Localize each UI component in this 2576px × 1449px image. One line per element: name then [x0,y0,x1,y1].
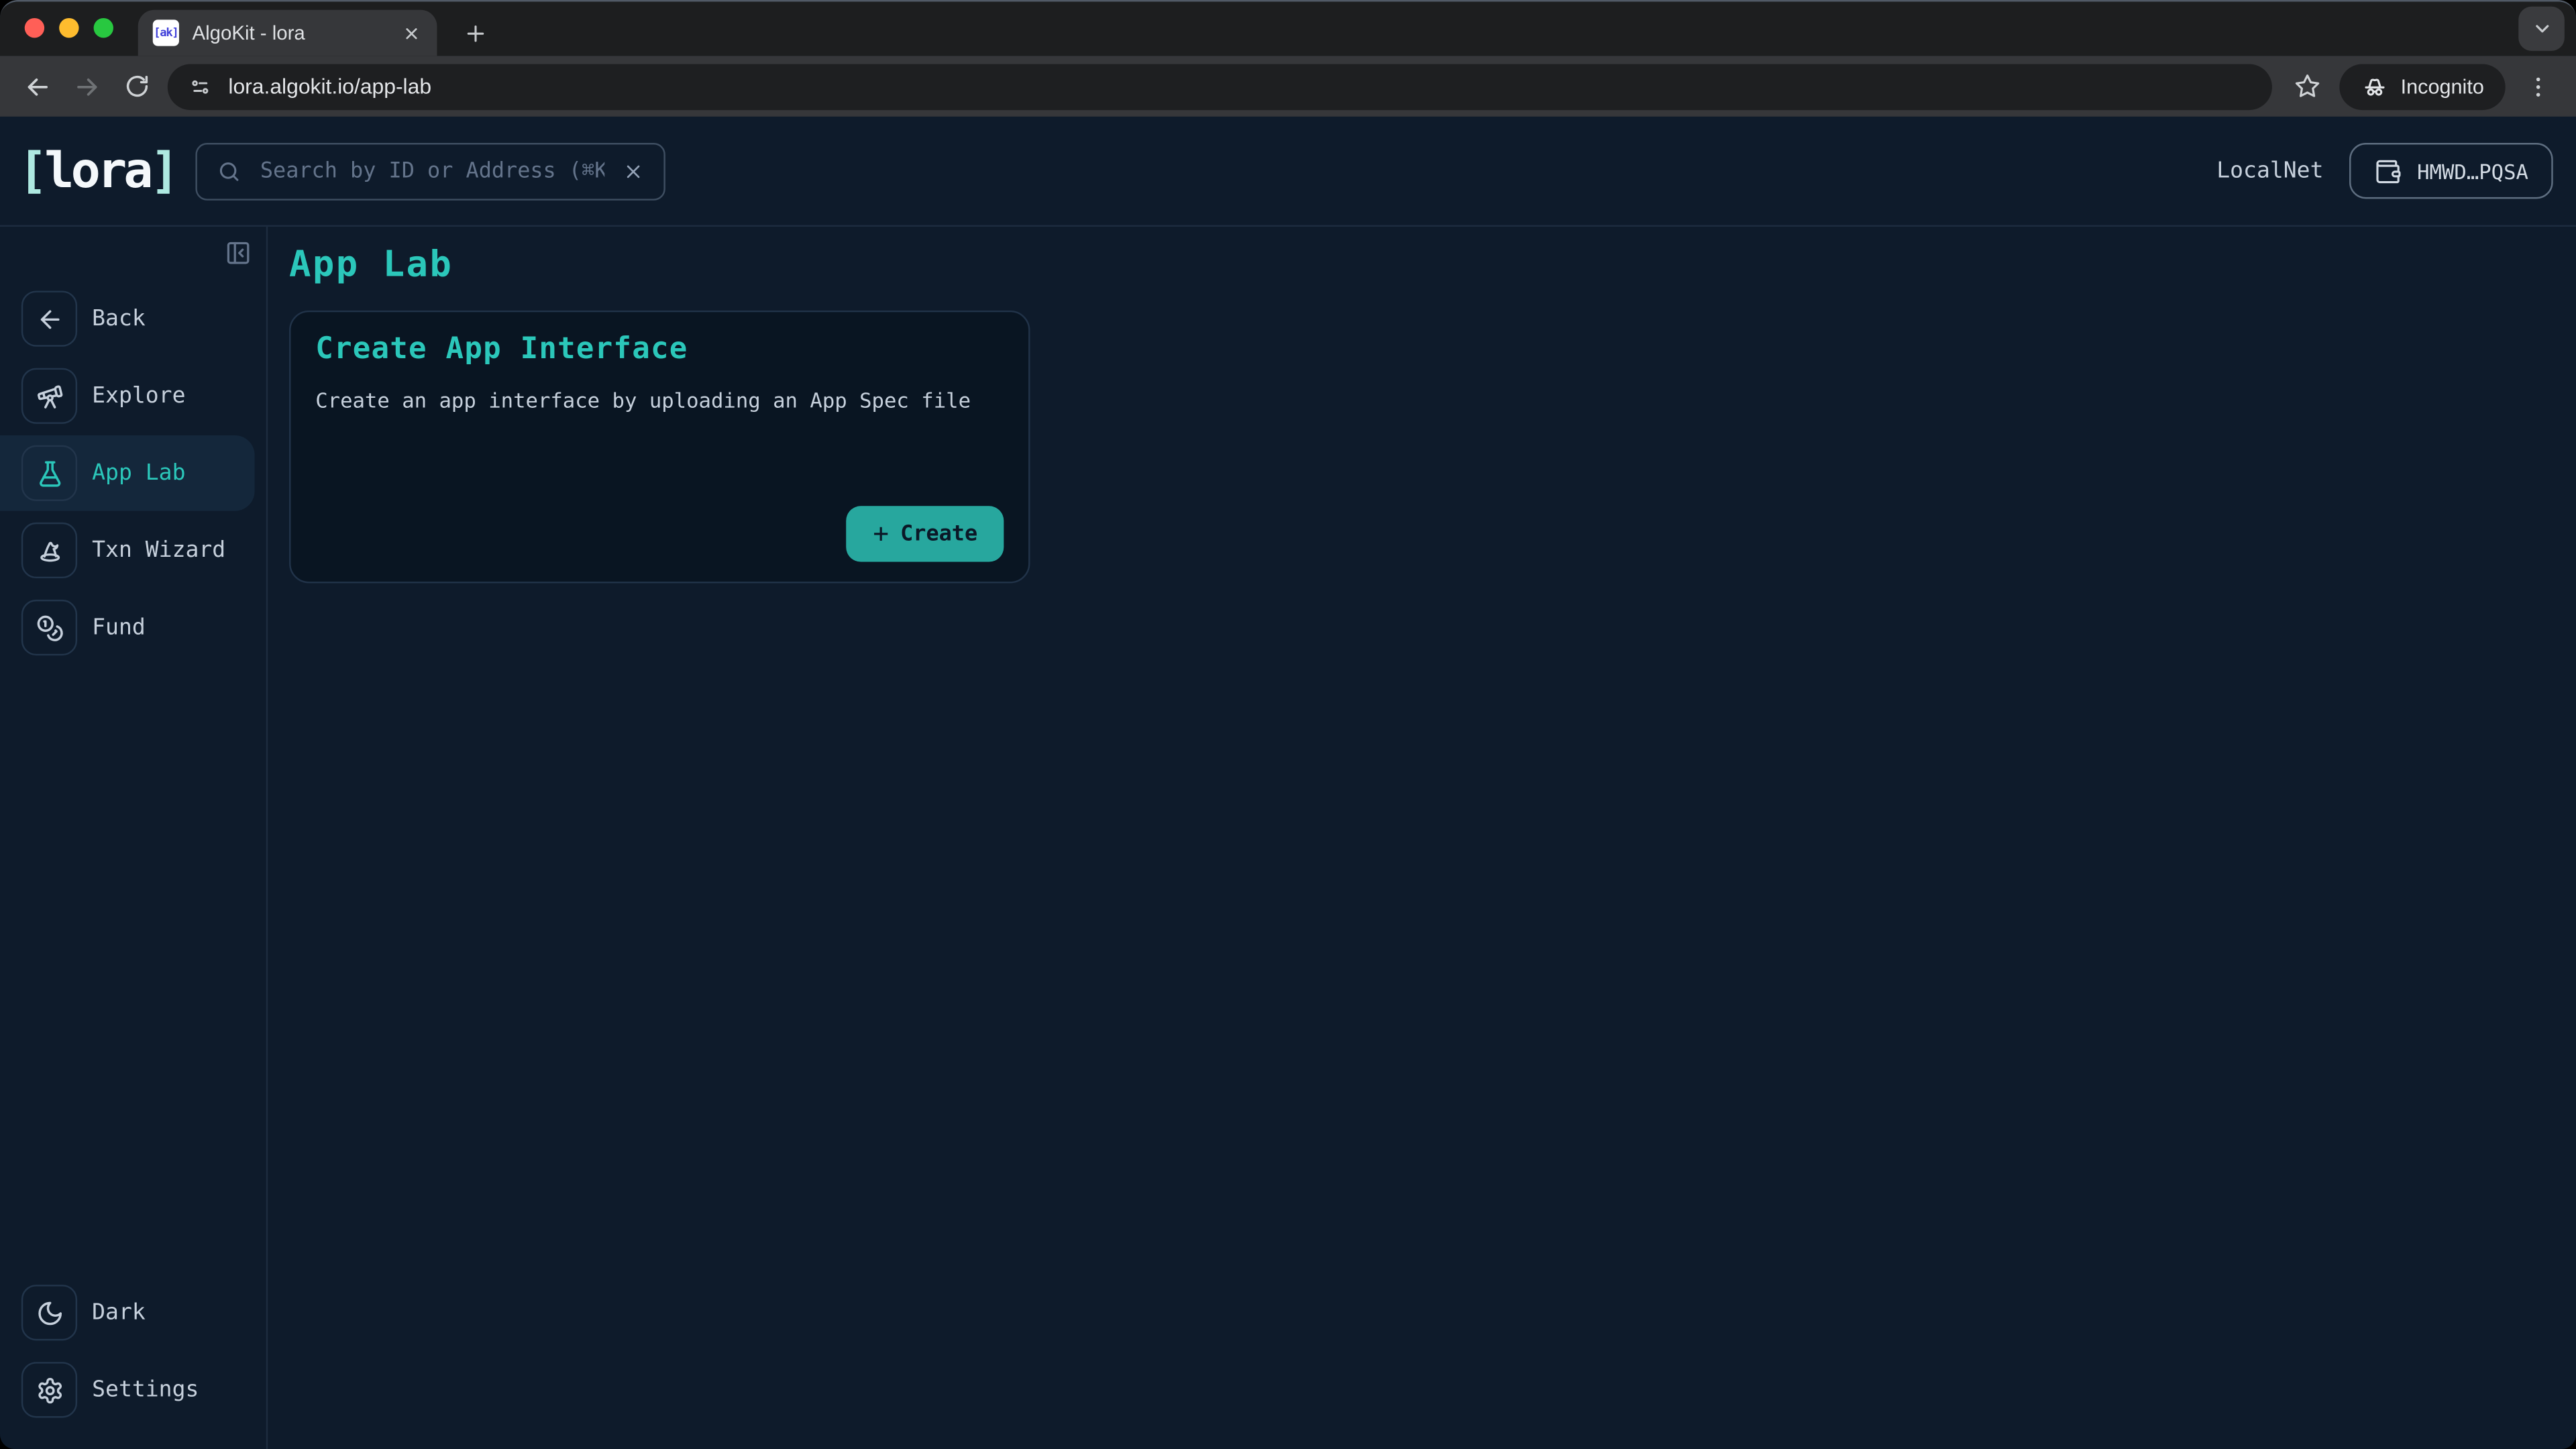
zoom-window-button[interactable] [94,18,113,38]
app-header: [lora] LocalNet HMWD…PQSA [0,117,2576,227]
browser-tab[interactable]: [ak] AlgoKit - lora [138,10,437,56]
lora-app: [lora] LocalNet HMWD…PQSA [0,117,2576,1449]
url-bar[interactable]: lora.algokit.io/app-lab [168,63,2273,109]
tab-search-button[interactable] [2518,7,2565,51]
telescope-icon [21,368,77,424]
tab-close-icon[interactable] [398,19,424,46]
plus-icon: + [873,521,889,547]
scale-root: [ak] AlgoKit - lora lora.algokit.io/a [0,0,2576,1449]
browser-toolbar: lora.algokit.io/app-lab Incognito [0,56,2576,117]
incognito-label: Incognito [2401,74,2484,97]
url-text: lora.algokit.io/app-lab [228,74,431,99]
card-description: Create an app interface by uploading an … [315,388,1004,413]
arrow-left-icon [21,290,77,346]
moon-icon [21,1285,77,1340]
wizard-hat-icon [21,523,77,578]
create-button[interactable]: + Create [847,506,1004,561]
search-clear-icon[interactable] [623,160,645,182]
wallet-icon [2374,157,2402,185]
incognito-badge: Incognito [2340,63,2506,109]
algokit-favicon-icon: [ak] [153,19,179,46]
sidebar-item-settings[interactable]: Settings [0,1352,255,1428]
sidebar-collapse-icon[interactable] [225,240,252,266]
wallet-button[interactable]: HMWD…PQSA [2350,143,2553,199]
search-bar[interactable] [196,142,665,200]
traffic-lights [25,18,113,38]
coins-icon [21,600,77,655]
sidebar-item-back[interactable]: Back [0,281,255,357]
sidebar-footer: Dark Settings [0,1275,266,1429]
incognito-icon [2361,72,2390,101]
minimize-window-button[interactable] [59,18,78,38]
bookmark-star-icon[interactable] [2282,63,2331,109]
main-content: App Lab Create App Interface Create an a… [268,227,2576,1449]
sidebar-item-theme-dark[interactable]: Dark [0,1275,255,1350]
new-tab-button[interactable] [451,10,498,56]
browser-window: [ak] AlgoKit - lora lora.algokit.io/a [0,0,2576,1449]
search-icon [217,158,242,183]
sidebar-item-fund[interactable]: Fund [0,590,255,665]
create-app-interface-card: Create App Interface Create an app inter… [289,311,1030,584]
search-input[interactable] [257,157,608,185]
network-selector[interactable]: LocalNet [2216,158,2323,184]
back-icon[interactable] [13,63,62,109]
lora-logo[interactable]: [lora] [18,142,176,200]
flask-icon [21,445,77,501]
close-window-button[interactable] [25,18,44,38]
site-settings-icon[interactable] [187,73,213,99]
gear-icon [21,1362,77,1417]
sidebar-nav: Back Explore App Lab [0,281,266,667]
header-right: LocalNet HMWD…PQSA [2216,143,2553,199]
card-title: Create App Interface [315,332,1004,366]
wallet-address: HMWD…PQSA [2417,158,2528,183]
sidebar-item-app-lab[interactable]: App Lab [0,435,255,511]
tab-title: AlgoKit - lora [193,21,385,44]
create-button-label: Create [900,522,977,547]
browser-menu-icon[interactable] [2514,63,2563,109]
sidebar-item-txn-wizard[interactable]: Txn Wizard [0,513,255,588]
page-title: App Lab [289,243,2576,289]
tab-strip: [ak] AlgoKit - lora [0,1,2576,56]
reload-icon[interactable] [112,63,161,109]
sidebar: Back Explore App Lab [0,227,268,1449]
forward-icon[interactable] [62,63,111,109]
sidebar-item-explore[interactable]: Explore [0,358,255,434]
